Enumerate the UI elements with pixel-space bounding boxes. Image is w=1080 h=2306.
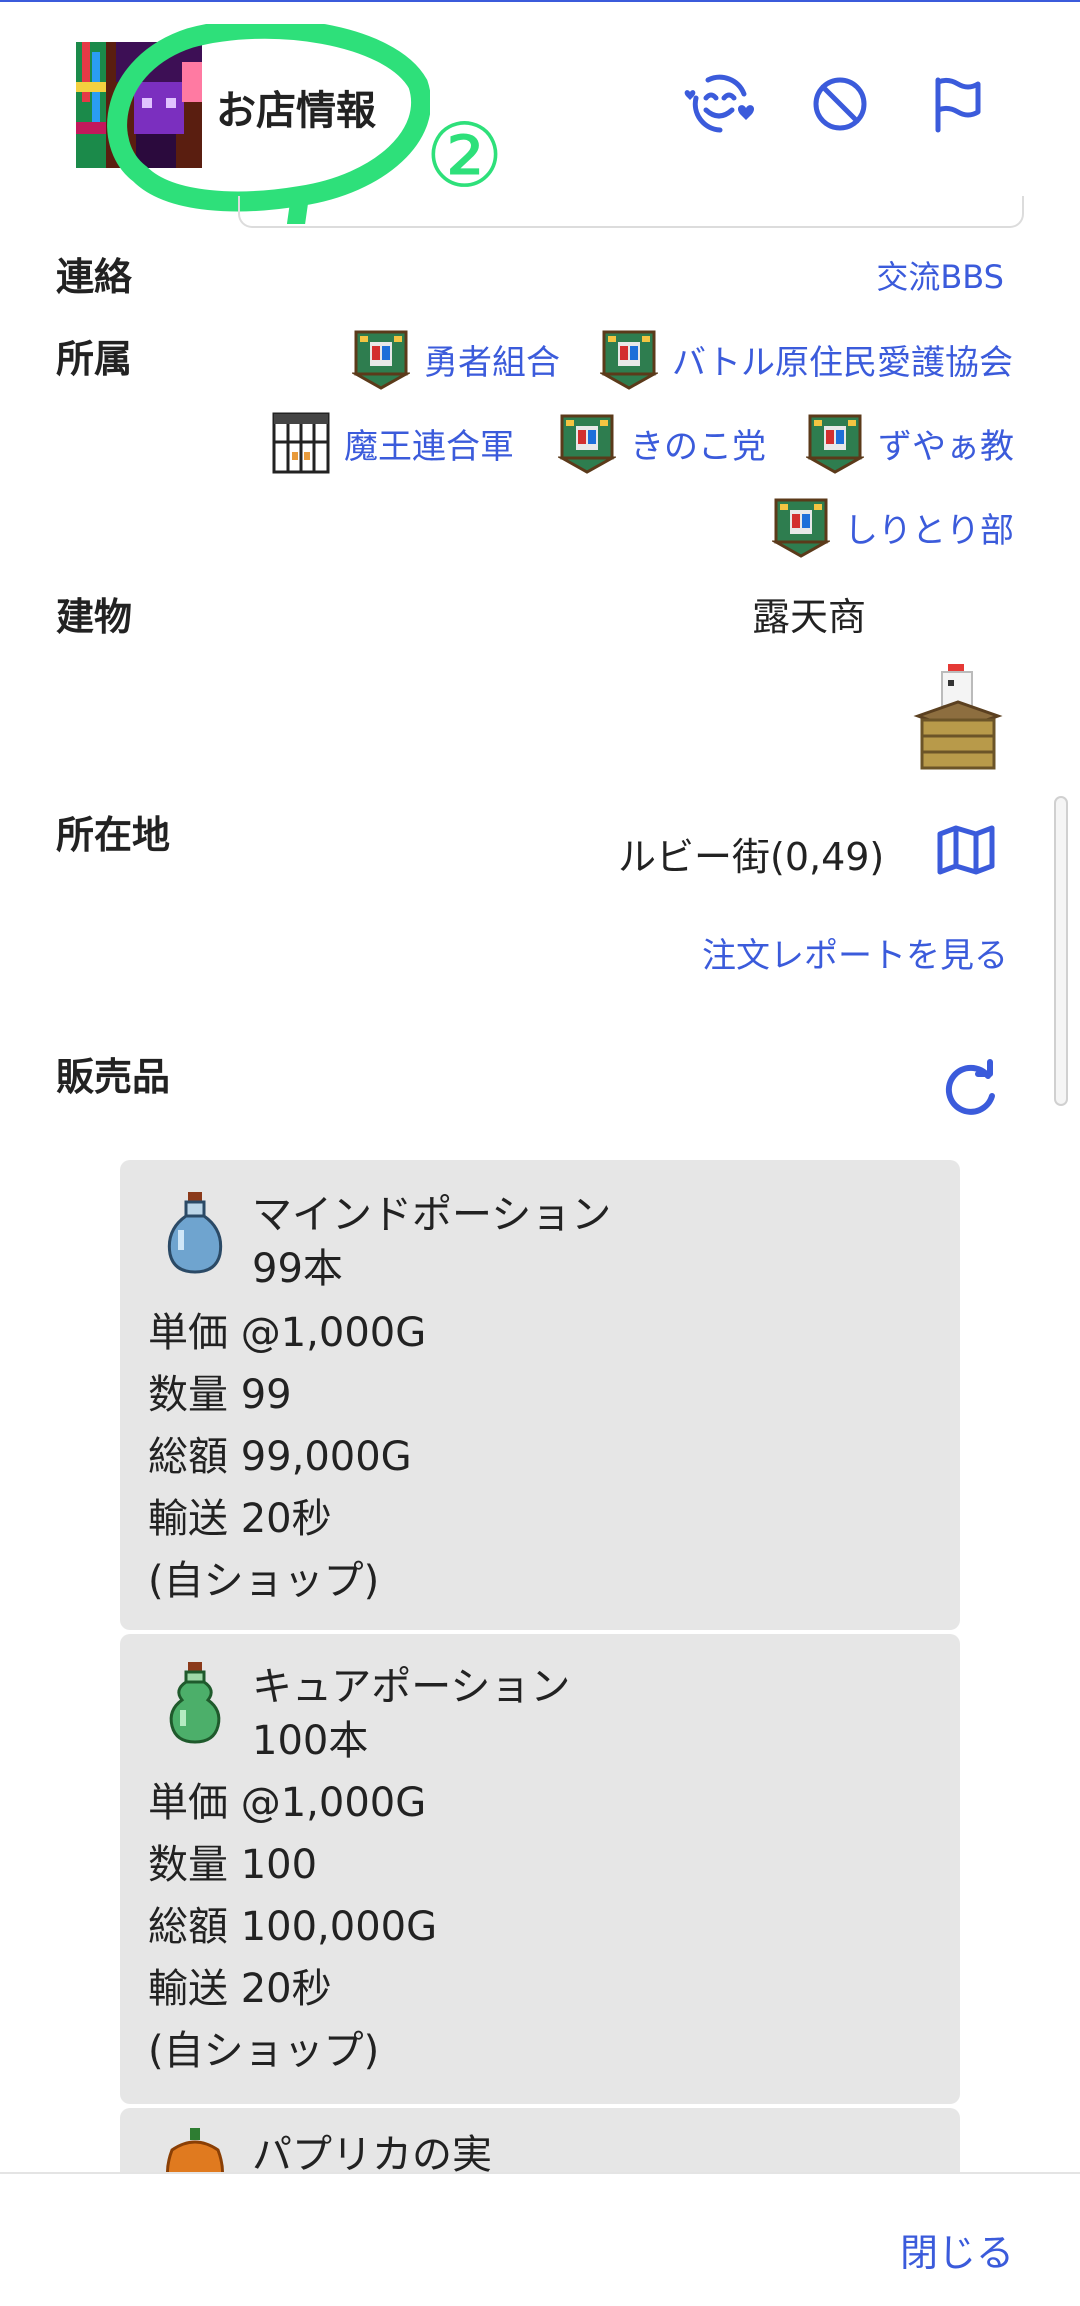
- blue-potion-icon: [167, 1192, 223, 1274]
- search-field-edge: [238, 196, 1024, 228]
- block-icon: [813, 77, 867, 131]
- map-button[interactable]: [934, 818, 998, 882]
- org-name: きのこ党: [630, 426, 766, 467]
- smile-icon: [684, 74, 755, 133]
- map-icon: [937, 825, 995, 875]
- castle-gate-icon: [272, 412, 330, 474]
- guild-shield-icon: [352, 330, 410, 390]
- products-label: 販売品: [56, 1055, 171, 1099]
- org-maou[interactable]: 魔王連合軍: [272, 412, 514, 474]
- order-report-link[interactable]: 注文レポートを見る: [702, 928, 1008, 977]
- product-shipping: 輸送 20秒: [148, 1966, 332, 2012]
- org-name: 勇者組合: [424, 342, 560, 383]
- product-name: キュアポーション: [252, 1664, 571, 1710]
- refresh-button[interactable]: [938, 1056, 1002, 1120]
- product-total: 総額 99,000G: [148, 1434, 412, 1480]
- guild-shield-icon: [772, 498, 830, 558]
- page-title: お店情報: [216, 88, 376, 134]
- org-name: ずやぁ教: [878, 426, 1014, 467]
- org-name: バトル原住民愛護協会: [672, 342, 1014, 383]
- footer-bar: 閉じる: [0, 2172, 1080, 2306]
- org-kinoko[interactable]: きのこ党: [558, 412, 766, 474]
- report-button[interactable]: [922, 68, 994, 140]
- scrollbar[interactable]: [1054, 796, 1068, 1106]
- location-value: ルビー街(0,49): [618, 835, 885, 879]
- product-price: 単価 @1,000G: [148, 1310, 427, 1356]
- product-name: マインドポーション: [252, 1192, 612, 1238]
- avatar-pixel-art-icon: [76, 42, 202, 168]
- product-note: (自ショップ): [148, 1558, 380, 1604]
- affiliation-label: 所属: [56, 337, 133, 381]
- product-price: 単価 @1,000G: [148, 1780, 427, 1826]
- org-battle[interactable]: バトル原住民愛護協会: [600, 328, 1013, 390]
- product-quantity: 数量 99: [148, 1372, 292, 1418]
- product-stock: 100本: [252, 1718, 369, 1764]
- contact-label: 連絡: [56, 255, 133, 299]
- guild-shield-icon: [558, 414, 616, 474]
- shop-header: お店情報 ②: [0, 0, 1080, 230]
- close-button[interactable]: 閉じる: [900, 2222, 1014, 2277]
- block-button[interactable]: [804, 68, 876, 140]
- product-note: (自ショップ): [148, 2028, 380, 2074]
- bbs-link[interactable]: 交流BBS: [876, 252, 1004, 298]
- org-zuyaa[interactable]: ずやぁ教: [806, 412, 1014, 474]
- org-shiritori[interactable]: しりとり部: [772, 496, 1014, 558]
- product-card[interactable]: マインドポーション 99本 単価 @1,000G 数量 99 総額 99,000…: [120, 1160, 960, 1630]
- shop-avatar: [76, 42, 202, 168]
- location-label: 所在地: [56, 813, 171, 857]
- guild-shield-icon: [806, 414, 864, 474]
- product-stock: 99本: [252, 1246, 343, 1292]
- flag-icon: [935, 77, 981, 133]
- product-total: 総額 100,000G: [148, 1904, 438, 1950]
- guild-shield-icon: [600, 330, 658, 390]
- refresh-icon: [945, 1059, 995, 1115]
- building-value: 露天商: [752, 595, 867, 639]
- org-name: しりとり部: [844, 510, 1014, 551]
- org-name: 魔王連合軍: [344, 426, 514, 467]
- product-quantity: 数量 100: [148, 1842, 318, 1888]
- favorite-button[interactable]: [684, 68, 756, 140]
- org-yusha[interactable]: 勇者組合: [352, 328, 560, 390]
- product-shipping: 輸送 20秒: [148, 1496, 332, 1542]
- annotation-number: ②: [425, 104, 504, 207]
- green-potion-icon: [169, 1662, 221, 1744]
- building-label: 建物: [56, 595, 133, 639]
- product-card[interactable]: キュアポーション 100本 単価 @1,000G 数量 100 総額 100,0…: [120, 1634, 960, 2104]
- stall-building-icon: [913, 664, 1003, 770]
